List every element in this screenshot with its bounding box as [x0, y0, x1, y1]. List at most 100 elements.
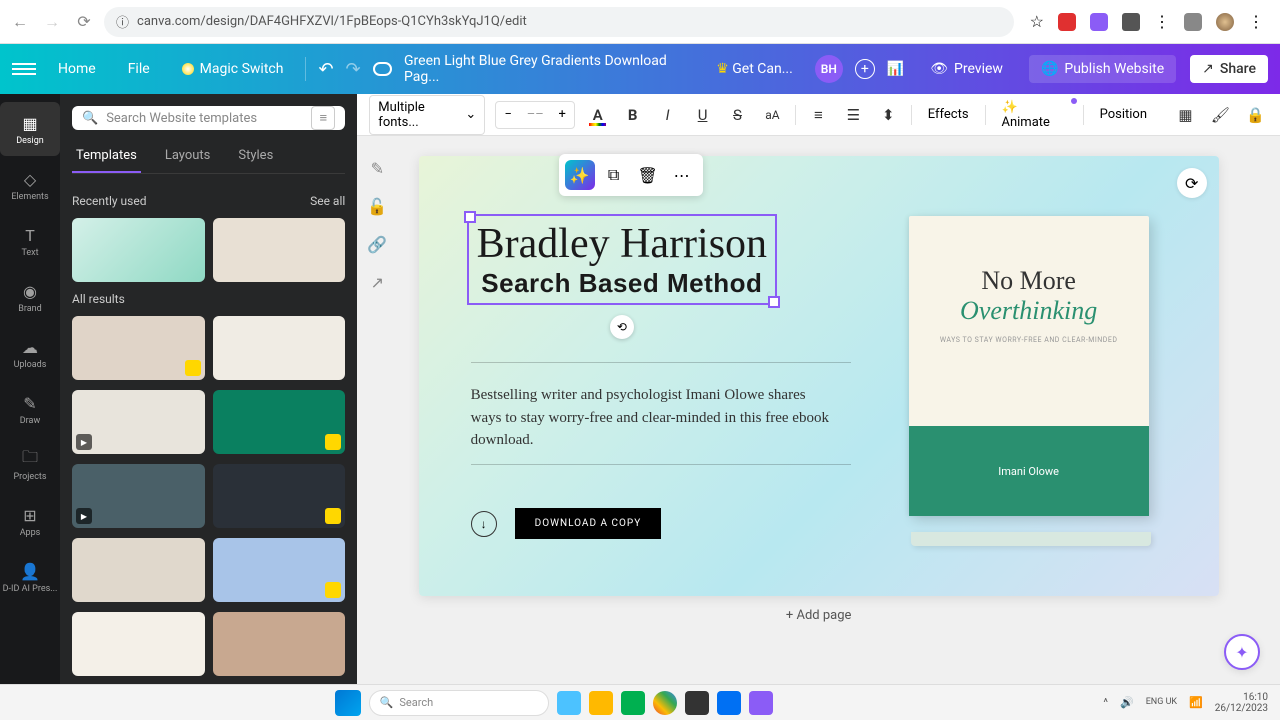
download-icon[interactable]: ↓: [471, 511, 497, 537]
template-thumb[interactable]: [213, 218, 346, 282]
back-button[interactable]: ←: [8, 10, 32, 34]
magic-write-button[interactable]: ✨: [565, 160, 595, 190]
book-mockup[interactable]: No More Overthinking WAYS TO STAY WORRY-…: [909, 216, 1159, 536]
task-icon[interactable]: [557, 691, 581, 715]
rail-projects[interactable]: 🗀Projects: [0, 438, 60, 492]
font-selector[interactable]: Multiple fonts... ⌄: [369, 95, 485, 135]
template-thumb[interactable]: [72, 612, 205, 676]
text-color-button[interactable]: A: [585, 102, 610, 128]
file-button[interactable]: File: [118, 55, 160, 83]
duplicate-button[interactable]: ⧉: [599, 160, 629, 190]
task-icon[interactable]: [621, 691, 645, 715]
task-icon[interactable]: [749, 691, 773, 715]
extension-icon[interactable]: [1058, 13, 1076, 31]
position-button[interactable]: Position: [1094, 107, 1153, 122]
add-member-button[interactable]: +: [855, 59, 875, 79]
selected-text-box[interactable]: Bradley Harrison Search Based Method ⟲: [467, 214, 777, 305]
publish-button[interactable]: 🌐 Publish Website: [1029, 55, 1176, 83]
task-icon[interactable]: [685, 691, 709, 715]
underline-button[interactable]: U: [690, 102, 715, 128]
rail-design[interactable]: ▦Design: [0, 102, 60, 156]
template-search[interactable]: 🔍 Search Website templates ≡: [72, 106, 345, 130]
extension-icon[interactable]: [1090, 13, 1108, 31]
delete-button[interactable]: 🗑: [633, 160, 663, 190]
start-button[interactable]: [335, 690, 361, 716]
home-button[interactable]: Home: [48, 55, 106, 83]
list-button[interactable]: ☰: [841, 102, 866, 128]
add-page-button[interactable]: + Add page: [397, 608, 1240, 623]
divider-line[interactable]: [471, 362, 851, 363]
transparency-button[interactable]: ▦: [1173, 102, 1198, 128]
see-all-link[interactable]: See all: [310, 194, 345, 208]
task-icon[interactable]: [717, 691, 741, 715]
rail-brand[interactable]: ◉Brand: [0, 270, 60, 324]
wifi-icon[interactable]: 🔊: [1120, 696, 1134, 709]
template-thumb[interactable]: [213, 464, 346, 528]
extension-icon[interactable]: [1122, 13, 1140, 31]
canvas-page[interactable]: ⟳ Bradley Harrison Search Based Method ⟲…: [419, 156, 1219, 596]
template-thumb[interactable]: [72, 316, 205, 380]
template-thumb[interactable]: [72, 538, 205, 602]
extensions-menu-icon[interactable]: ⋮: [1154, 12, 1170, 31]
template-thumb[interactable]: ▶: [72, 390, 205, 454]
template-thumb[interactable]: ▶: [72, 464, 205, 528]
body-paragraph[interactable]: Bestselling writer and psychologist Iman…: [471, 384, 831, 452]
analytics-icon[interactable]: 📊: [887, 61, 904, 77]
reload-button[interactable]: ⟳: [72, 10, 96, 34]
size-value[interactable]: ––: [520, 107, 550, 122]
lock-icon[interactable]: 🔓: [365, 194, 389, 218]
upgrade-button[interactable]: ♛ Get Can...: [706, 55, 803, 83]
heading-line-2[interactable]: Search Based Method: [477, 268, 767, 299]
url-bar[interactable]: ⓘ canva.com/design/DAF4GHFXZVl/1FpBEops-…: [104, 7, 1014, 37]
task-icon[interactable]: [589, 691, 613, 715]
template-thumb[interactable]: [213, 538, 346, 602]
rail-draw[interactable]: ✎Draw: [0, 382, 60, 436]
star-icon[interactable]: ☆: [1030, 12, 1044, 31]
rail-did[interactable]: 👤D-ID AI Pres...: [0, 550, 60, 604]
rail-text[interactable]: TText: [0, 214, 60, 268]
align-button[interactable]: ≡: [806, 102, 831, 128]
forward-button[interactable]: →: [40, 10, 64, 34]
rail-apps[interactable]: ⊞Apps: [0, 494, 60, 548]
rotate-handle[interactable]: ⟲: [610, 315, 634, 339]
tab-styles[interactable]: Styles: [234, 140, 277, 173]
lock-button[interactable]: 🔒: [1243, 102, 1268, 128]
template-thumb[interactable]: [72, 218, 205, 282]
more-button[interactable]: ⋯: [667, 160, 697, 190]
strikethrough-button[interactable]: S: [725, 102, 750, 128]
site-info-icon[interactable]: ⓘ: [116, 12, 129, 31]
lang-indicator[interactable]: ENG UK: [1146, 698, 1177, 708]
preview-button[interactable]: 👁 Preview: [918, 55, 1015, 83]
rail-elements[interactable]: ◇Elements: [0, 158, 60, 212]
cloud-sync-icon[interactable]: [373, 62, 392, 76]
italic-button[interactable]: I: [655, 102, 680, 128]
template-thumb[interactable]: [213, 390, 346, 454]
redo-button[interactable]: ↷: [346, 59, 361, 80]
chrome-icon[interactable]: [653, 691, 677, 715]
chrome-menu-icon[interactable]: ⋮: [1248, 12, 1264, 31]
tray-chevron[interactable]: ^: [1103, 696, 1108, 709]
size-minus[interactable]: −: [496, 102, 520, 128]
tab-templates[interactable]: Templates: [72, 140, 141, 173]
ai-assistant-fab[interactable]: ✦: [1224, 634, 1260, 670]
divider-line[interactable]: [471, 464, 851, 465]
filter-button[interactable]: ≡: [311, 106, 335, 130]
refresh-icon[interactable]: ⟳: [1177, 168, 1207, 198]
share-button[interactable]: ↗ Share: [1190, 55, 1268, 83]
rail-uploads[interactable]: ☁Uploads: [0, 326, 60, 380]
copy-style-button[interactable]: 🖌: [1208, 102, 1233, 128]
size-plus[interactable]: +: [550, 102, 574, 128]
template-thumb[interactable]: [213, 612, 346, 676]
link-icon[interactable]: 🔗: [365, 232, 389, 256]
profile-avatar[interactable]: [1216, 13, 1234, 31]
magic-switch-button[interactable]: Magic Switch: [172, 55, 294, 83]
spacing-button[interactable]: ⬍: [876, 102, 901, 128]
download-button[interactable]: DOWNLOAD A COPY: [515, 508, 662, 539]
menu-button[interactable]: [12, 63, 36, 75]
animate-button[interactable]: ✨ Animate: [995, 100, 1072, 130]
template-thumb[interactable]: [213, 316, 346, 380]
bold-button[interactable]: B: [620, 102, 645, 128]
heading-line-1[interactable]: Bradley Harrison: [477, 220, 767, 268]
export-icon[interactable]: ↗: [365, 270, 389, 294]
taskbar-search[interactable]: 🔍 Search: [369, 690, 549, 716]
